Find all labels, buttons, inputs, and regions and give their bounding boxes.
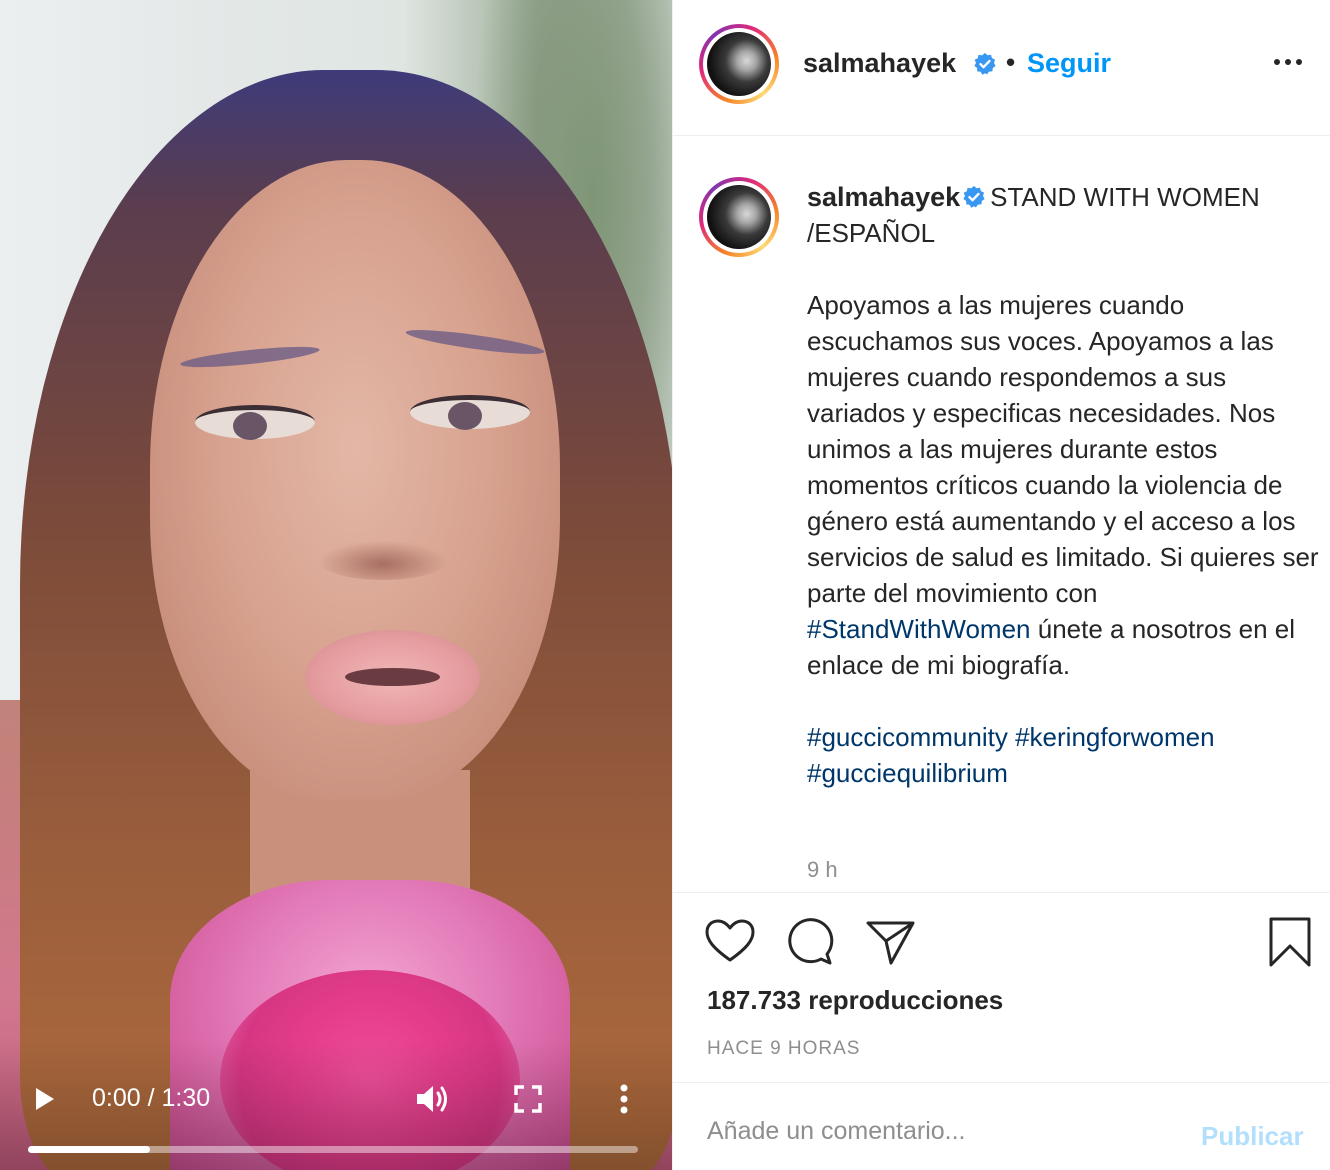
video-subject-nose xyxy=(318,540,448,580)
caption-hashtags: #guccicommunity #keringforwomen #guccieq… xyxy=(807,719,1322,791)
video-progress-fill xyxy=(28,1146,150,1153)
verified-badge-icon xyxy=(963,186,985,208)
hashtag-link[interactable]: #gucciequilibrium xyxy=(807,758,1008,788)
avatar-image xyxy=(707,185,771,249)
more-vertical-icon xyxy=(620,1084,628,1114)
follow-button[interactable]: Seguir xyxy=(1027,48,1111,79)
post-options-button[interactable] xyxy=(1273,54,1317,78)
video-progress-bar[interactable] xyxy=(28,1146,638,1153)
like-button[interactable] xyxy=(703,915,757,969)
video-subject-eye xyxy=(195,405,315,440)
video-subject-eye xyxy=(410,395,530,430)
more-horizontal-icon xyxy=(1274,59,1302,65)
fullscreen-button[interactable] xyxy=(512,1084,544,1114)
caption-timestamp[interactable]: 9 h xyxy=(807,857,838,883)
post-sidebar: salmahayek • Seguir salmahayek STAND WIT… xyxy=(672,0,1330,1170)
caption-avatar[interactable] xyxy=(699,177,779,257)
hashtag-link[interactable]: #StandWithWomen xyxy=(807,614,1031,644)
caption-text: salmahayek STAND WITH WOMEN /ESPAÑOL Apo… xyxy=(807,179,1322,791)
caption-body: Apoyamos a las mujeres cuando escuchamos… xyxy=(807,287,1322,683)
share-button[interactable] xyxy=(863,915,917,969)
video-player[interactable]: 0:00 / 1:30 xyxy=(0,0,672,1170)
save-button[interactable] xyxy=(1263,915,1317,969)
comment-icon xyxy=(788,918,834,965)
hashtag-link[interactable]: #guccicommunity xyxy=(807,722,1008,752)
post-header: salmahayek • Seguir xyxy=(673,0,1330,136)
volume-icon xyxy=(417,1086,447,1112)
hashtag-link[interactable]: #keringforwomen xyxy=(1015,722,1214,752)
avatar[interactable] xyxy=(699,24,779,104)
play-icon xyxy=(36,1088,54,1110)
heart-icon xyxy=(705,919,755,962)
post-caption: salmahayek STAND WITH WOMEN /ESPAÑOL Apo… xyxy=(673,137,1330,891)
comment-form: Publicar xyxy=(673,1082,1330,1170)
bookmark-icon xyxy=(1269,917,1311,967)
comment-input[interactable] xyxy=(707,1111,1177,1151)
username-link[interactable]: salmahayek xyxy=(803,48,956,79)
video-time-display: 0:00 / 1:30 xyxy=(92,1084,211,1112)
comment-button[interactable] xyxy=(783,915,837,969)
volume-button[interactable] xyxy=(412,1080,452,1118)
play-button[interactable] xyxy=(30,1082,60,1116)
verified-badge-icon xyxy=(974,53,996,75)
caption-username-link[interactable]: salmahayek xyxy=(807,182,960,212)
publish-button[interactable]: Publicar xyxy=(1201,1121,1304,1152)
video-more-options-button[interactable] xyxy=(612,1082,636,1116)
video-subject-mouth xyxy=(345,668,440,686)
view-count[interactable]: 187.733 reproducciones xyxy=(707,985,1003,1016)
caption-body-text: Apoyamos a las mujeres cuando escuchamos… xyxy=(807,290,1319,608)
avatar-image xyxy=(707,32,771,96)
fullscreen-icon xyxy=(514,1085,542,1113)
post-timestamp[interactable]: HACE 9 HORAS xyxy=(707,1038,860,1060)
share-icon xyxy=(866,921,915,965)
post-actions: 187.733 reproducciones HACE 9 HORAS xyxy=(673,892,1330,1082)
separator-dot: • xyxy=(1006,47,1016,77)
